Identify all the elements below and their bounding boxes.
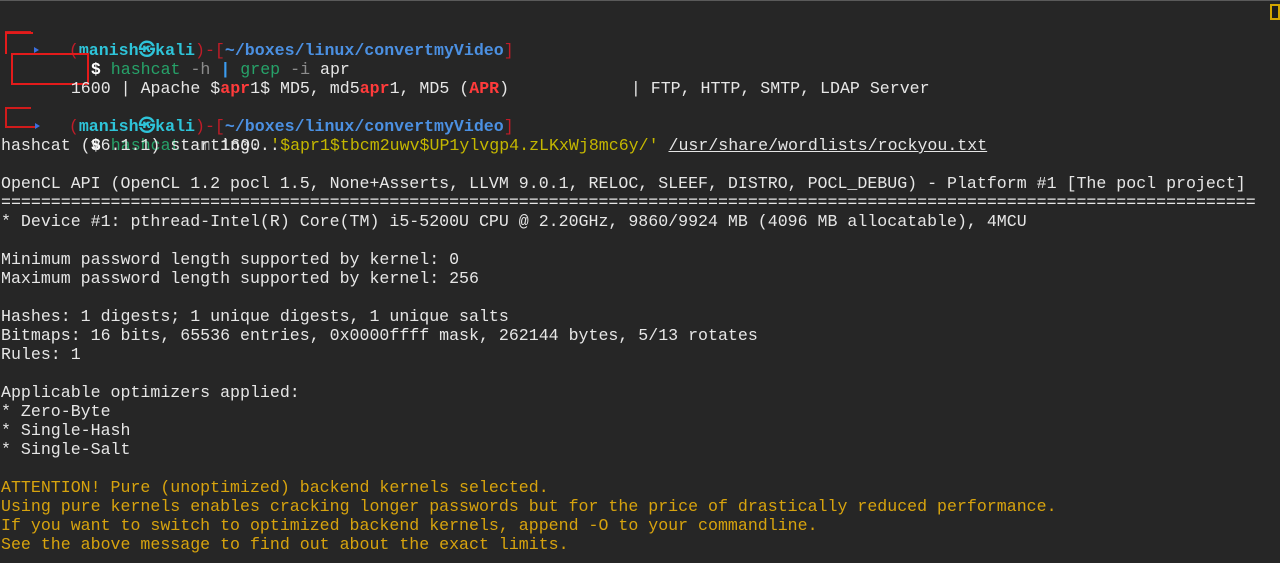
output-line: Applicable optimizers applied: <box>1 383 300 402</box>
output-line: Minimum password length supported by ker… <box>1 250 460 269</box>
output-line: Rules: 1 <box>1 345 81 364</box>
hash-name-part: 1, MD5 ( <box>389 79 470 98</box>
hash-argument: '$apr1$tbcm2uwv$UP1ylvgp4.zLKxWj8mc6y/' <box>270 136 659 155</box>
warning-line: See the above message to find out about … <box>1 535 569 554</box>
hash-name-part: Apache $ <box>140 79 221 98</box>
grep-highlight: apr <box>359 79 390 98</box>
warning-line: If you want to switch to optimized backe… <box>1 516 818 535</box>
prompt-frame-bottom <box>5 113 37 128</box>
hash-name-part: 1$ MD5, md5 <box>250 79 360 98</box>
terminal-window[interactable]: (manish㉿kali)-[~/boxes/linux/convertmyVi… <box>0 0 1280 563</box>
output-line: * Single-Salt <box>1 440 131 459</box>
output-line: OpenCL API (OpenCL 1.2 pocl 1.5, None+As… <box>1 174 1246 193</box>
annotation-connector <box>5 32 33 54</box>
warning-line: ATTENTION! Pure (unoptimized) backend ke… <box>1 478 549 497</box>
output-line: * Single-Hash <box>1 421 131 440</box>
grep-highlight: APR <box>469 79 500 98</box>
output-line: Hashes: 1 digests; 1 unique digests, 1 u… <box>1 307 509 326</box>
command-line-2: $ hashcat -m 1600 '$apr1$tbcm2uwv$UP1ylv… <box>51 117 987 155</box>
hash-category: | FTP, HTTP, SMTP, LDAP Server <box>630 79 930 98</box>
output-line: * Device #1: pthread-Intel(R) Core(TM) i… <box>1 212 1027 231</box>
output-line: ========================================… <box>1 193 1256 212</box>
prompt-bracket: ] <box>503 41 514 60</box>
output-line: Bitmaps: 16 bits, 65536 entries, 0x0000f… <box>1 326 758 345</box>
hash-name-part: ) <box>499 79 510 98</box>
warning-line: Using pure kernels enables cracking long… <box>1 497 1057 516</box>
grep-highlight: apr <box>220 79 251 98</box>
prompt-line-2: (manish㉿kali)-[~/boxes/linux/convertmyVi… <box>29 98 514 136</box>
output-line: Maximum password length supported by ker… <box>1 269 479 288</box>
scroll-indicator[interactable] <box>1270 4 1280 20</box>
output-line: * Zero-Byte <box>1 402 111 421</box>
column-separator: | <box>120 79 131 98</box>
hash-mode-value: 1600 <box>70 79 111 98</box>
grep-result-line: 1600 | Apache $apr1$ MD5, md5apr1, MD5 (… <box>31 60 509 98</box>
prompt-line-1: (manish㉿kali)-[~/boxes/linux/convertmyVi… <box>29 22 514 60</box>
command-line-1: $ hashcat -h | grep -i apr <box>51 41 350 79</box>
prompt-arrow-icon <box>35 123 40 129</box>
hash-category-cell: | FTP, HTTP, SMTP, LDAP Server <box>591 60 930 98</box>
wordlist-path: /usr/share/wordlists/rockyou.txt <box>668 136 988 155</box>
output-line: hashcat (v6.1.1) starting... <box>1 136 280 155</box>
